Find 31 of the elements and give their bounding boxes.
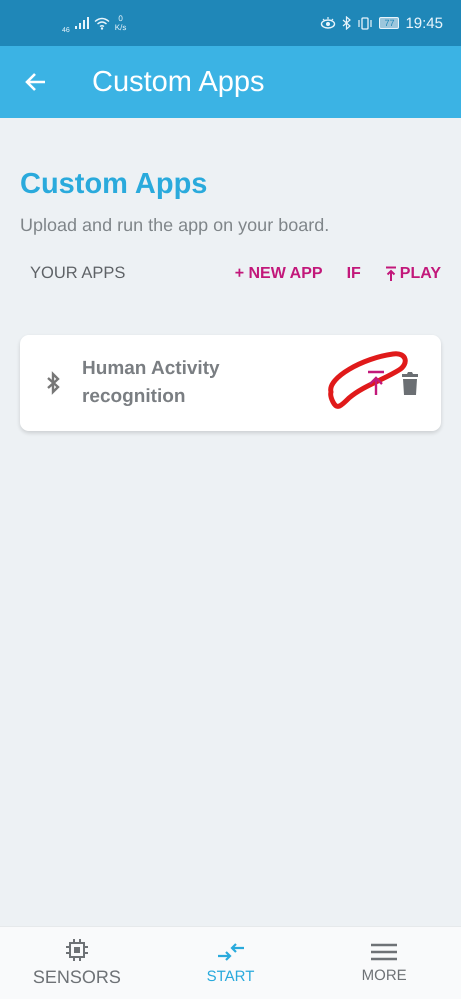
eye-icon: [320, 17, 336, 29]
upload-icon: [367, 370, 385, 396]
app-card[interactable]: Human Activity recognition: [20, 335, 441, 431]
chip-icon: [66, 938, 88, 960]
clock: 19:45: [405, 14, 443, 32]
bluetooth-icon: [46, 371, 60, 395]
bluetooth-icon: [342, 16, 352, 30]
nav-tab[interactable]: SENSORS: [0, 927, 154, 999]
nav-tab[interactable]: START: [154, 927, 308, 999]
battery-level: 77: [379, 17, 400, 29]
section-label: YOUR APPS: [30, 264, 126, 283]
trash-icon: [401, 371, 419, 395]
new-action[interactable]: + NEW APP: [234, 264, 323, 282]
if-action[interactable]: IF: [346, 264, 361, 282]
page-subtitle: Upload and run the app on your board.: [20, 215, 330, 236]
menu-icon: [371, 942, 398, 960]
vibrate-icon: [357, 16, 374, 30]
app-bar-title: Custom Apps: [92, 66, 264, 98]
wifi-icon: [94, 16, 110, 30]
page-heading: Custom Apps: [20, 168, 208, 201]
signal-icon: [74, 17, 89, 29]
play-action[interactable]: PLAY: [384, 264, 441, 282]
nav-tab[interactable]: MORE: [307, 927, 461, 999]
speed-value: 0: [118, 14, 123, 23]
app-name: Human Activity recognition: [82, 357, 221, 409]
back-arrow-icon: [24, 72, 46, 92]
delete-button[interactable]: [401, 371, 419, 395]
arrows-icon: [216, 942, 244, 962]
upload-icon: [384, 266, 397, 282]
upload-button[interactable]: [367, 370, 385, 396]
speed-unit: K/s: [114, 23, 126, 32]
